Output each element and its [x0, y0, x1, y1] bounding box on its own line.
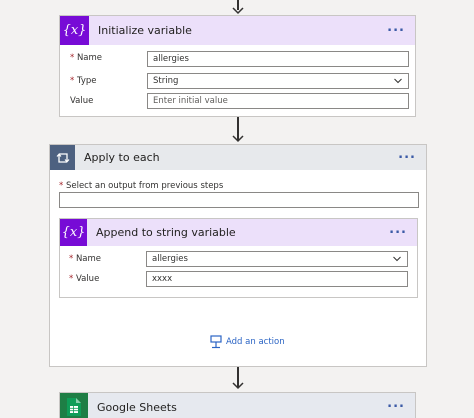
value-label: Value [70, 96, 94, 106]
more-options-icon[interactable]: ··· [389, 226, 407, 239]
append-variable-title: Append to string variable [96, 226, 236, 239]
chevron-down-icon [393, 256, 401, 262]
name-label: * Name [70, 53, 103, 63]
loop-icon [50, 145, 75, 170]
google-sheets-title: Google Sheets [97, 400, 177, 414]
name-input[interactable]: allergies [147, 51, 409, 67]
chevron-down-icon [394, 78, 402, 84]
select-output-label: * Select an output from previous steps [59, 181, 224, 191]
variable-icon: {x} [60, 219, 87, 246]
type-label: * Type [70, 76, 97, 86]
append-value-input[interactable]: xxxx [146, 271, 408, 287]
variable-icon: {x} [60, 16, 89, 45]
type-select[interactable]: String [147, 73, 409, 89]
value-input[interactable]: Enter initial value [147, 93, 409, 109]
more-options-icon[interactable]: ··· [387, 401, 405, 414]
google-sheets-card: Google Sheets ··· [59, 392, 416, 418]
append-variable-card: {x} Append to string variable ··· * Name… [59, 218, 418, 298]
add-action-icon [210, 335, 222, 349]
add-action-label: Add an action [226, 337, 285, 347]
initialize-variable-header[interactable]: {x} Initialize variable ··· [60, 16, 415, 45]
initialize-variable-title: Initialize variable [98, 24, 192, 37]
append-name-select[interactable]: allergies [146, 251, 408, 267]
append-name-label: * Name [69, 254, 102, 264]
more-options-icon[interactable]: ··· [387, 24, 405, 37]
apply-to-each-header[interactable]: Apply to each ··· [50, 145, 426, 170]
append-variable-header[interactable]: {x} Append to string variable ··· [60, 219, 417, 246]
google-sheets-header[interactable]: Google Sheets ··· [60, 393, 415, 418]
apply-to-each-card: Apply to each ··· * Select an output fro… [49, 144, 427, 367]
google-sheets-icon [60, 393, 88, 418]
initialize-variable-card: {x} Initialize variable ··· * Name aller… [59, 15, 416, 117]
more-options-icon[interactable]: ··· [398, 151, 416, 164]
apply-to-each-title: Apply to each [84, 151, 160, 164]
append-value-label: * Value [69, 274, 100, 284]
add-action-button[interactable]: Add an action [209, 335, 285, 349]
select-output-input[interactable] [59, 192, 419, 208]
